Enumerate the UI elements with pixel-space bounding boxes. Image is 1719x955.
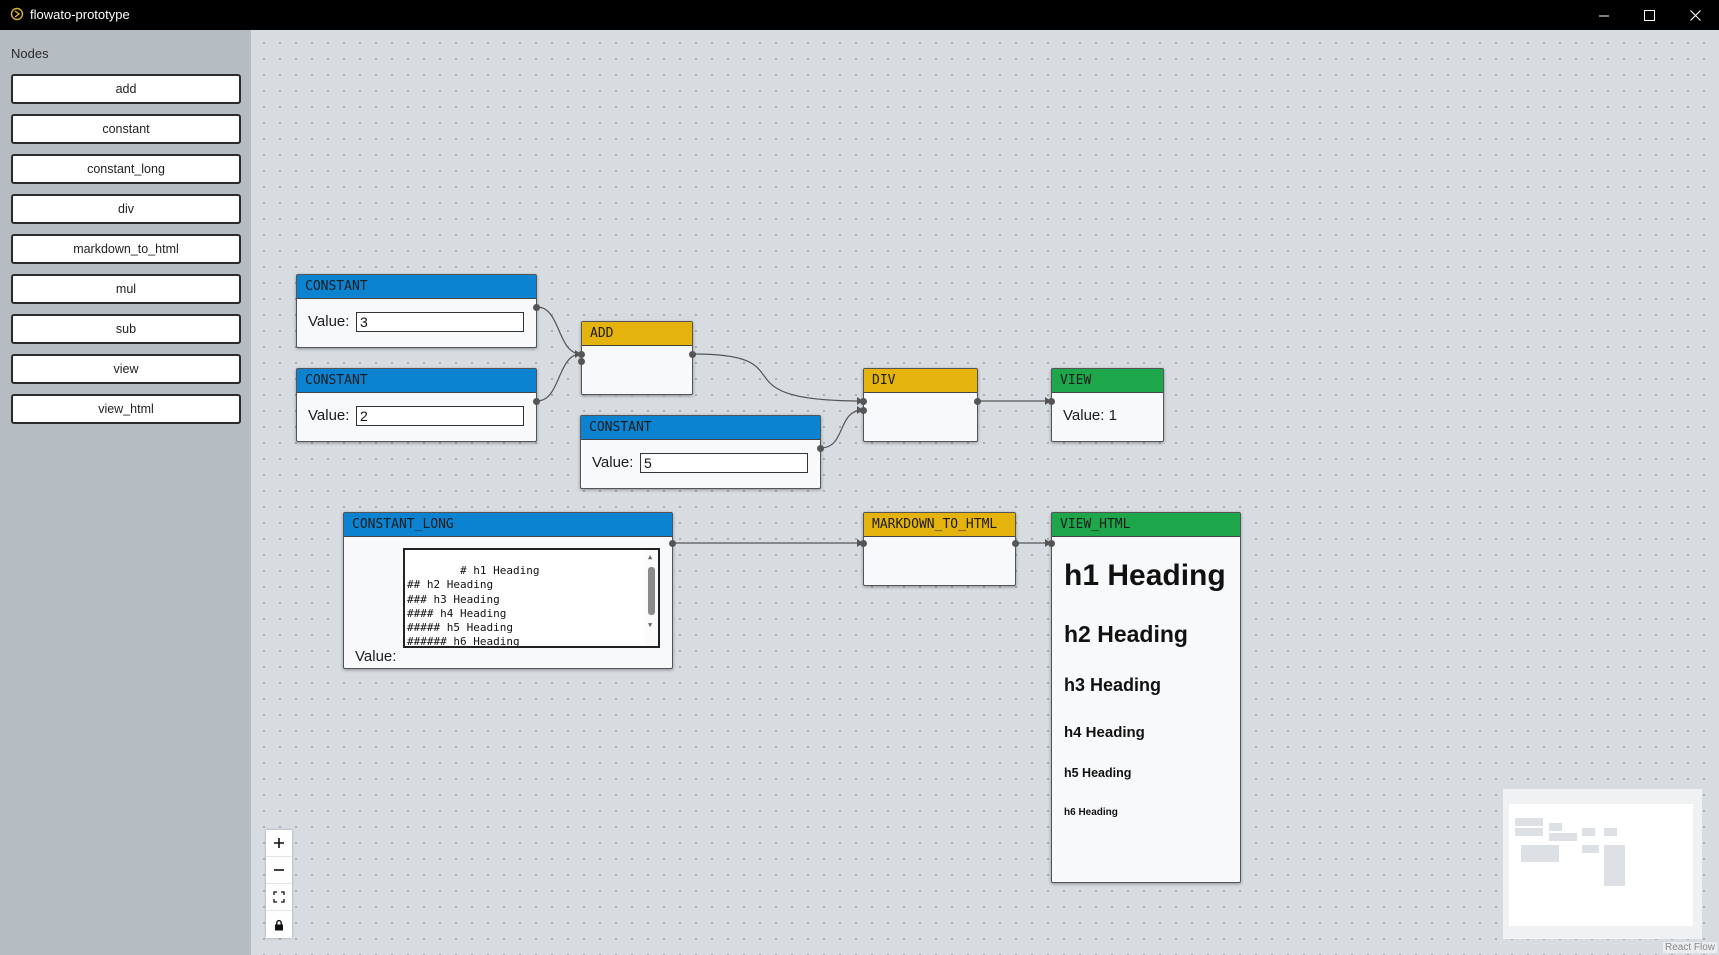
node-title: DIV xyxy=(864,369,977,393)
constant-node[interactable]: CONSTANT Value: 5 xyxy=(580,415,824,489)
rendered-h4: h4 Heading xyxy=(1064,724,1145,741)
close-button[interactable] xyxy=(1672,0,1718,30)
value-input[interactable]: 3 xyxy=(356,312,524,332)
edge-constant-c-to-div xyxy=(820,409,864,449)
node-title: VIEW xyxy=(1052,369,1163,393)
palette-item-add[interactable]: add xyxy=(11,74,241,104)
output-handle[interactable] xyxy=(974,398,981,405)
zoom-out-button[interactable] xyxy=(266,857,292,884)
palette-item-constant[interactable]: constant xyxy=(11,114,241,144)
constant-node[interactable]: CONSTANT Value: 2 xyxy=(296,368,540,442)
input-handle[interactable] xyxy=(1048,398,1055,405)
sidebar-heading: Nodes xyxy=(11,46,49,61)
flow-canvas[interactable]: CONSTANT Value: 3 CONSTANT Value: 2 ADD … xyxy=(251,30,1719,955)
constant-node[interactable]: CONSTANT Value: 3 xyxy=(296,274,540,348)
output-handle[interactable] xyxy=(817,445,824,452)
minimap-node xyxy=(1582,828,1595,836)
title-bar: flowato-prototype xyxy=(0,0,1719,30)
minimize-button[interactable] xyxy=(1581,0,1627,30)
node-title: MARKDOWN_TO_HTML xyxy=(864,513,1015,537)
minimize-icon xyxy=(1598,15,1609,16)
rendered-h6: h6 Heading xyxy=(1064,807,1118,818)
rendered-h3: h3 Heading xyxy=(1064,675,1162,695)
output-handle[interactable] xyxy=(1012,540,1019,547)
lock-button[interactable] xyxy=(266,911,292,938)
minimap-node xyxy=(1604,845,1625,886)
node-title: CONSTANT xyxy=(297,369,536,393)
palette-item-div[interactable]: div xyxy=(11,194,241,224)
input-handle[interactable] xyxy=(578,351,585,358)
textarea-scrollbar[interactable]: ▲ ▼ xyxy=(645,550,658,646)
input-handle[interactable] xyxy=(860,540,867,547)
value-label: Value: xyxy=(355,648,397,665)
node-title: CONSTANT xyxy=(581,416,820,440)
minimap[interactable] xyxy=(1503,789,1702,939)
palette-item-view-html[interactable]: view_html xyxy=(11,394,241,424)
edge-constant-a-to-add xyxy=(536,306,582,355)
input-handle[interactable] xyxy=(578,358,585,365)
minimap-node xyxy=(1549,833,1577,841)
minimap-node xyxy=(1549,823,1562,831)
output-handle[interactable] xyxy=(533,304,540,311)
input-handle[interactable] xyxy=(860,398,867,405)
react-flow-attribution[interactable]: React Flow xyxy=(1662,942,1717,953)
value-input[interactable]: 2 xyxy=(356,406,524,426)
rendered-h1: h1 Heading xyxy=(1064,559,1226,592)
zoom-in-button[interactable] xyxy=(266,830,292,857)
palette-item-sub[interactable]: sub xyxy=(11,314,241,344)
flow-icon xyxy=(10,7,24,21)
textarea-content: # h1 Heading ## h2 Heading ### h3 Headin… xyxy=(407,564,540,648)
minimap-viewport xyxy=(1509,804,1693,926)
palette-item-view[interactable]: view xyxy=(11,354,241,384)
div-node[interactable]: DIV xyxy=(860,368,981,442)
output-handle[interactable] xyxy=(533,398,540,405)
rendered-h2: h2 Heading xyxy=(1064,621,1188,647)
node-title: CONSTANT xyxy=(297,275,536,299)
zoom-out-icon xyxy=(274,869,284,871)
zoom-in-icon xyxy=(274,838,284,848)
scroll-thumb[interactable] xyxy=(648,567,655,615)
edges-layer xyxy=(536,306,1051,547)
node-title: ADD xyxy=(582,322,692,346)
node-title: CONSTANT_LONG xyxy=(344,513,672,537)
edge-add-to-div xyxy=(692,353,864,402)
rendered-h5: h5 Heading xyxy=(1064,766,1132,780)
lock-icon xyxy=(275,919,283,930)
fit-view-button[interactable] xyxy=(266,884,292,911)
node-palette-sidebar: Nodes add constant constant_long div mar… xyxy=(0,30,251,955)
minimap-node xyxy=(1582,845,1599,853)
palette-item-markdown-to-html[interactable]: markdown_to_html xyxy=(11,234,241,264)
minimap-node xyxy=(1515,818,1543,826)
edge-constant-b-to-add xyxy=(536,353,582,402)
view-html-node[interactable]: VIEW_HTML h1 Heading h2 Heading h3 Headi… xyxy=(1048,512,1241,883)
input-handle[interactable] xyxy=(860,407,867,414)
constant-long-node[interactable]: CONSTANT_LONG Value: # h1 Heading ## h2 … xyxy=(343,512,676,669)
fit-view-icon xyxy=(273,891,285,903)
scroll-up-icon[interactable]: ▲ xyxy=(648,553,652,561)
markdown-to-html-node[interactable]: MARKDOWN_TO_HTML xyxy=(860,512,1019,586)
window-title: flowato-prototype xyxy=(30,7,130,22)
input-handle[interactable] xyxy=(1048,540,1055,547)
minimap-node xyxy=(1515,828,1543,836)
scroll-down-icon[interactable]: ▼ xyxy=(648,621,652,629)
maximize-icon xyxy=(1643,9,1655,21)
value-label: Value: xyxy=(308,313,350,330)
maximize-button[interactable] xyxy=(1626,0,1672,30)
value-label: Value: xyxy=(592,454,634,471)
close-icon xyxy=(1689,9,1701,21)
minimap-node xyxy=(1521,845,1559,862)
minimap-node xyxy=(1604,828,1617,836)
view-value-text: Value: 1 xyxy=(1063,407,1117,424)
output-handle[interactable] xyxy=(669,540,676,547)
flow-controls xyxy=(266,830,292,938)
node-title: VIEW_HTML xyxy=(1052,513,1240,537)
value-textarea[interactable]: # h1 Heading ## h2 Heading ### h3 Headin… xyxy=(403,548,660,648)
palette-item-mul[interactable]: mul xyxy=(11,274,241,304)
value-label: Value: xyxy=(308,407,350,424)
view-node[interactable]: VIEW Value: 1 xyxy=(1048,368,1164,442)
add-node[interactable]: ADD xyxy=(578,321,696,395)
palette-item-constant-long[interactable]: constant_long xyxy=(11,154,241,184)
output-handle[interactable] xyxy=(689,351,696,358)
value-input[interactable]: 5 xyxy=(640,453,808,473)
